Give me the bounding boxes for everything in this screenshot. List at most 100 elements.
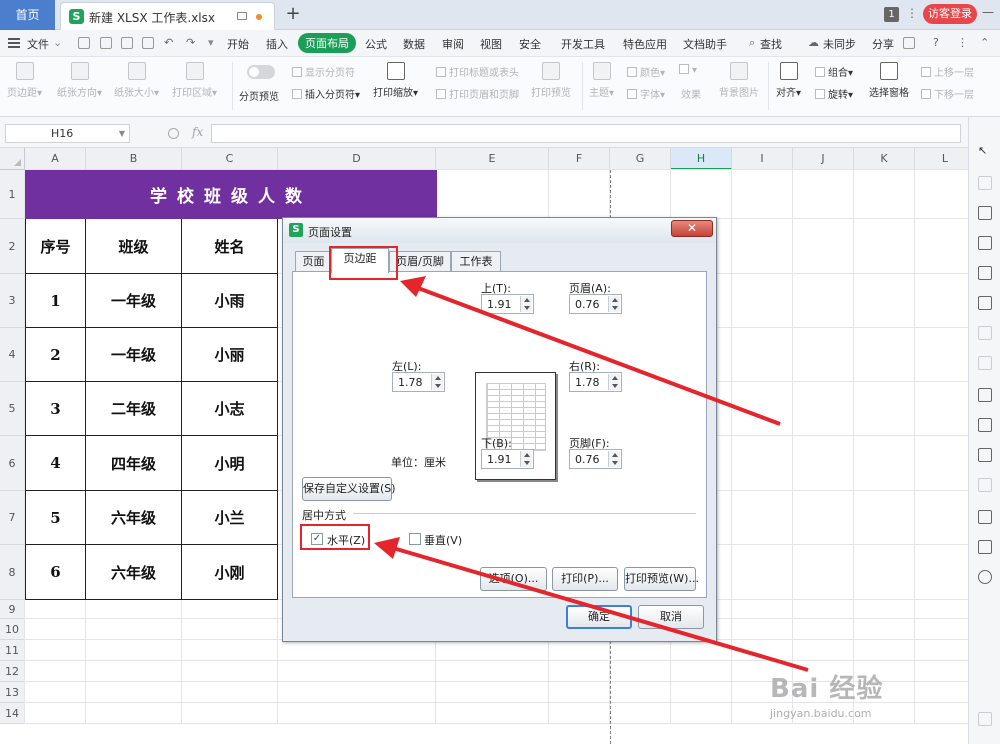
window-count-badge[interactable]: 1: [884, 7, 899, 22]
show-page-breaks-checkbox[interactable]: 显示分页符: [292, 64, 355, 79]
table-cell[interactable]: 小志: [182, 382, 278, 436]
table-header-cell[interactable]: 姓名: [182, 219, 278, 274]
table-cell[interactable]: 小雨: [182, 274, 278, 328]
row-header-4[interactable]: 4: [0, 328, 25, 382]
page-break-preview-toggle[interactable]: [247, 65, 275, 79]
table-cell[interactable]: 四年级: [86, 436, 182, 491]
table-cell[interactable]: 1: [25, 274, 86, 328]
background-image-button[interactable]: 背景图片: [719, 62, 759, 99]
shield-icon[interactable]: [978, 510, 992, 524]
tab-page[interactable]: 页面: [295, 251, 332, 272]
spinner-icon[interactable]: [520, 451, 532, 467]
row-header-3[interactable]: 3: [0, 274, 25, 328]
column-header-j[interactable]: J: [793, 148, 854, 170]
style-icon[interactable]: [978, 206, 992, 220]
spinner-icon[interactable]: [520, 296, 532, 312]
cursor-icon[interactable]: ↖: [978, 144, 992, 158]
column-header-b[interactable]: B: [86, 148, 182, 170]
data-icon[interactable]: [978, 266, 992, 280]
menu-tab-formulas[interactable]: 公式: [365, 36, 387, 52]
vertical-center-label[interactable]: 垂直(V): [424, 532, 462, 548]
fonts-button[interactable]: 字体▾: [627, 86, 665, 101]
column-header-l[interactable]: L: [915, 148, 968, 170]
menu-icon[interactable]: [8, 38, 20, 48]
search-button[interactable]: 查找: [760, 36, 782, 52]
spinner-icon[interactable]: [608, 374, 620, 390]
menu-tab-doc-assistant[interactable]: 文档助手: [683, 36, 727, 52]
rotate-button[interactable]: 旋转▾: [815, 86, 853, 101]
filter-icon[interactable]: [978, 326, 992, 340]
row-header-6[interactable]: 6: [0, 436, 25, 491]
chart-icon[interactable]: [978, 296, 992, 310]
tab-sheet[interactable]: 工作表: [451, 251, 501, 272]
export-icon[interactable]: [978, 418, 992, 432]
visitor-login-button[interactable]: 访客登录: [923, 4, 977, 24]
print-titles-button[interactable]: 打印标题或表头: [436, 64, 519, 79]
more-icon[interactable]: [978, 712, 992, 726]
collapse-ribbon-icon[interactable]: ⌃: [980, 36, 989, 49]
top-margin-input[interactable]: 1.91: [481, 294, 534, 314]
print-area-button[interactable]: 打印区域▾: [172, 62, 217, 99]
table-cell[interactable]: 4: [25, 436, 86, 491]
menu-tab-review[interactable]: 审阅: [442, 36, 464, 52]
group-button[interactable]: 组合▾: [815, 64, 853, 79]
print-preview-button[interactable]: 打印预览(W)...: [624, 567, 699, 591]
close-icon[interactable]: ✕: [671, 220, 713, 237]
table-cell[interactable]: 小刚: [182, 545, 278, 600]
column-header-a[interactable]: A: [25, 148, 86, 170]
formula-input[interactable]: [211, 124, 961, 143]
header-margin-input[interactable]: 0.76: [569, 294, 622, 314]
cancel-button[interactable]: 取消: [638, 605, 704, 629]
new-tab-button[interactable]: +: [283, 4, 303, 24]
orientation-button[interactable]: 纸张方向▾: [57, 62, 102, 99]
table-cell[interactable]: 小丽: [182, 328, 278, 382]
menu-tab-special[interactable]: 特色应用: [623, 36, 667, 52]
comment-icon[interactable]: [903, 37, 915, 49]
table-cell[interactable]: 3: [25, 382, 86, 436]
image-icon[interactable]: [978, 388, 992, 402]
menu-tab-view[interactable]: 视图: [480, 36, 502, 52]
effects-button[interactable]: ▾: [679, 64, 697, 76]
zoom-icon[interactable]: [168, 128, 179, 139]
table-cell[interactable]: 2: [25, 328, 86, 382]
column-header-f[interactable]: F: [549, 148, 610, 170]
paper-size-button[interactable]: 纸张大小▾: [114, 62, 159, 99]
table-cell[interactable]: 六年级: [86, 545, 182, 600]
print-scaling-button[interactable]: 打印缩放▾: [373, 62, 418, 99]
row-header-5[interactable]: 5: [0, 382, 25, 436]
bottom-margin-input[interactable]: 1.91: [481, 449, 534, 469]
theme-button[interactable]: 主题▾: [589, 62, 614, 99]
tab-header-footer[interactable]: 页眉/页脚: [389, 251, 451, 272]
table-cell[interactable]: 二年级: [86, 382, 182, 436]
table-icon[interactable]: [978, 236, 992, 250]
align-button[interactable]: 对齐▾: [776, 62, 801, 99]
menu-tab-page-layout[interactable]: 页面布局: [298, 33, 356, 53]
print-preview-icon[interactable]: [142, 37, 154, 49]
cloud-sync-icon[interactable]: ☁: [808, 36, 819, 49]
table-cell[interactable]: 6: [25, 545, 86, 600]
settings-icon[interactable]: [978, 478, 992, 492]
search-icon[interactable]: ⌕: [749, 36, 755, 50]
redo-icon[interactable]: ↷: [186, 36, 195, 49]
table-cell[interactable]: 一年级: [86, 328, 182, 382]
menu-tab-start[interactable]: 开始: [227, 36, 249, 52]
history-icon[interactable]: [978, 540, 992, 554]
column-header-h[interactable]: H: [671, 148, 732, 170]
options-button[interactable]: 选项(O)...: [480, 567, 547, 591]
row-header-1[interactable]: 1: [0, 170, 25, 219]
document-tab[interactable]: S 新建 XLSX 工作表.xlsx: [60, 2, 275, 30]
row-header-7[interactable]: 7: [0, 491, 25, 545]
ok-button[interactable]: 确定: [566, 605, 632, 629]
row-header-14[interactable]: 14: [0, 703, 25, 724]
undo-icon[interactable]: ↶: [164, 36, 173, 49]
select-all-corner[interactable]: [0, 148, 25, 170]
colors-button[interactable]: 颜色▾: [627, 64, 665, 79]
column-header-d[interactable]: D: [278, 148, 436, 170]
margins-button[interactable]: 页边距▾: [7, 62, 42, 99]
help-icon[interactable]: ?: [933, 36, 939, 49]
save-custom-settings-button[interactable]: 保存自定义设置(S): [302, 477, 396, 501]
right-margin-input[interactable]: 1.78: [569, 372, 622, 392]
chevron-down-icon[interactable]: ⌄: [53, 36, 62, 49]
menu-tab-insert[interactable]: 插入: [266, 36, 288, 52]
column-header-g[interactable]: G: [610, 148, 671, 170]
